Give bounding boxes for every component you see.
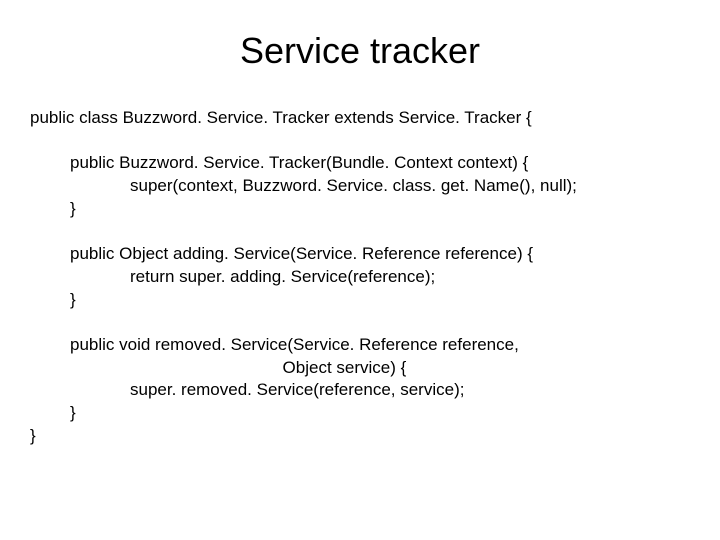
code-line: } xyxy=(70,198,690,221)
code-line: } xyxy=(30,425,690,448)
code-line: public Buzzword. Service. Tracker(Bundle… xyxy=(70,152,690,175)
code-line: Object service) { xyxy=(70,357,690,380)
code-line: super. removed. Service(reference, servi… xyxy=(130,379,690,402)
slide-title: Service tracker xyxy=(30,30,690,72)
code-block: public class Buzzword. Service. Tracker … xyxy=(30,107,690,448)
code-line: public class Buzzword. Service. Tracker … xyxy=(30,107,690,130)
code-line: public void removed. Service(Service. Re… xyxy=(70,334,690,357)
code-line: } xyxy=(70,289,690,312)
code-line: public Object adding. Service(Service. R… xyxy=(70,243,690,266)
code-line: return super. adding. Service(reference)… xyxy=(130,266,690,289)
code-line: } xyxy=(70,402,690,425)
code-line: super(context, Buzzword. Service. class.… xyxy=(130,175,690,198)
